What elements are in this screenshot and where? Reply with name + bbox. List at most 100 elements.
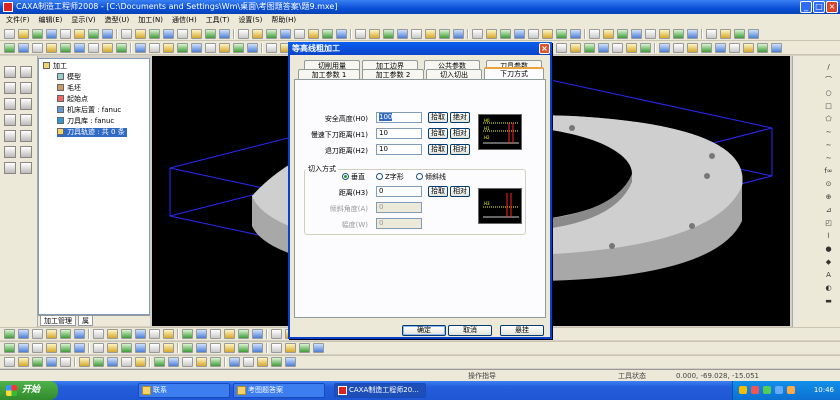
toolbar-button-icon[interactable] [514,28,525,39]
toolbar-button-icon[interactable] [453,28,464,39]
tab-properties[interactable]: 属 [78,316,93,326]
toolbar-button-icon[interactable] [285,343,296,353]
toolbar-button-icon[interactable] [238,329,249,339]
toolbar-button-icon[interactable] [631,28,642,39]
toolbar-button-icon[interactable] [177,42,188,53]
toolbar-button-icon[interactable] [757,42,768,53]
relative-mode-button[interactable]: 相对 [450,128,470,139]
side-tool-icon[interactable] [4,130,16,142]
curve-tool-icon[interactable]: ▬ [823,296,834,307]
toolbar-button-icon[interactable] [556,42,567,53]
toolbar-button-icon[interactable] [252,343,263,353]
side-tool-icon[interactable] [4,162,16,174]
toolbar-button-icon[interactable] [247,42,258,53]
tree-item[interactable]: 加工 [43,62,67,71]
toolbar-button-icon[interactable] [425,28,436,39]
curve-tool-icon[interactable]: / [823,62,834,73]
tray-icon[interactable] [739,386,747,394]
toolbar-button-icon[interactable] [308,28,319,39]
toolbar-button-icon[interactable] [285,357,296,367]
toolbar-button-icon[interactable] [748,28,759,39]
toolbar-button-icon[interactable] [88,42,99,53]
toolbar-button-icon[interactable] [135,28,146,39]
toolbar-button-icon[interactable] [294,28,305,39]
side-tool-icon[interactable] [20,66,32,78]
toolbar-button-icon[interactable] [74,42,85,53]
curve-tool-icon[interactable]: f∞ [823,166,834,177]
taskbar-item-contact[interactable]: 联系 [138,383,230,398]
toolbar-button-icon[interactable] [612,42,623,53]
toolbar-button-icon[interactable] [93,329,104,339]
toolbar-button-icon[interactable] [4,343,15,353]
tab-machining-manager[interactable]: 加工管理 [40,316,76,326]
relative-mode-button[interactable]: 相对 [450,144,470,155]
curve-tool-icon[interactable]: ◆ [823,257,834,268]
toolbar-button-icon[interactable] [617,28,628,39]
curve-tool-icon[interactable]: ● [823,244,834,255]
toolbar-button-icon[interactable] [570,28,581,39]
toolbar-button-icon[interactable] [715,42,726,53]
toolbar-button-icon[interactable] [154,357,165,367]
side-tool-icon[interactable] [4,98,16,110]
toolbar-button-icon[interactable] [32,329,43,339]
toolbar-button-icon[interactable] [102,42,113,53]
toolbar-button-icon[interactable] [46,343,57,353]
toolbar-button-icon[interactable] [18,343,29,353]
side-tool-icon[interactable] [4,146,16,158]
toolbar-button-icon[interactable] [107,343,118,353]
toolbar-button-icon[interactable] [313,343,324,353]
toolbar-button-icon[interactable] [121,357,132,367]
toolbar-button-icon[interactable] [182,329,193,339]
absolute-mode-button[interactable]: 绝对 [450,112,470,123]
pick-safe-height-button[interactable]: 拾取 [428,112,448,123]
toolbar-button-icon[interactable] [163,28,174,39]
tab-machining-params-1[interactable]: 加工参数 1 [298,69,360,79]
toolbar-button-icon[interactable] [252,329,263,339]
tray-icon[interactable] [751,386,759,394]
toolbar-button-icon[interactable] [163,329,174,339]
toolbar-button-icon[interactable] [32,28,43,39]
curve-tool-icon[interactable]: ⌒ [823,75,834,86]
side-tool-icon[interactable] [20,130,32,142]
tree-item[interactable]: 刀具轨迹 : 共 0 条 [57,128,127,137]
toolbar-button-icon[interactable] [32,343,43,353]
toolbar-button-icon[interactable] [472,28,483,39]
toolbar-button-icon[interactable] [528,28,539,39]
toolbar-button-icon[interactable] [46,357,57,367]
tray-icon[interactable] [775,386,783,394]
toolbar-button-icon[interactable] [177,28,188,39]
toolbar-button-icon[interactable] [589,28,600,39]
toolbar-button-icon[interactable] [4,329,15,339]
toolbar-button-icon[interactable] [46,42,57,53]
toolbar-button-icon[interactable] [219,28,230,39]
toolbar-button-icon[interactable] [299,343,310,353]
curve-tool-icon[interactable]: ⌇ [823,231,834,242]
toolbar-button-icon[interactable] [640,42,651,53]
toolbar-button-icon[interactable] [238,343,249,353]
toolbar-button-icon[interactable] [224,343,235,353]
curve-tool-icon[interactable]: ⬠ [823,114,834,125]
toolbar-button-icon[interactable] [411,28,422,39]
toolbar-button-icon[interactable] [687,42,698,53]
toolbar-button-icon[interactable] [60,329,71,339]
curve-tool-icon[interactable]: ⊙ [823,179,834,190]
toolbar-button-icon[interactable] [383,28,394,39]
toolbar-button-icon[interactable] [191,28,202,39]
toolbar-button-icon[interactable] [743,42,754,53]
toolbar-button-icon[interactable] [271,357,282,367]
menu-view[interactable]: 显示(V) [71,14,95,27]
side-tool-icon[interactable] [20,98,32,110]
toolbar-button-icon[interactable] [32,42,43,53]
pick-retract-button[interactable]: 拾取 [428,144,448,155]
toolbar-button-icon[interactable] [570,42,581,53]
toolbar-button-icon[interactable] [500,28,511,39]
toolbar-button-icon[interactable] [355,28,366,39]
curve-tool-icon[interactable]: ◐ [823,283,834,294]
curve-tool-icon[interactable]: A [823,270,834,281]
toolbar-button-icon[interactable] [219,42,230,53]
toolbar-button-icon[interactable] [486,28,497,39]
menu-edit[interactable]: 编辑(E) [39,14,63,27]
curve-tool-icon[interactable]: ⊕ [823,192,834,203]
toolbar-button-icon[interactable] [191,42,202,53]
toolbar-button-icon[interactable] [266,42,277,53]
